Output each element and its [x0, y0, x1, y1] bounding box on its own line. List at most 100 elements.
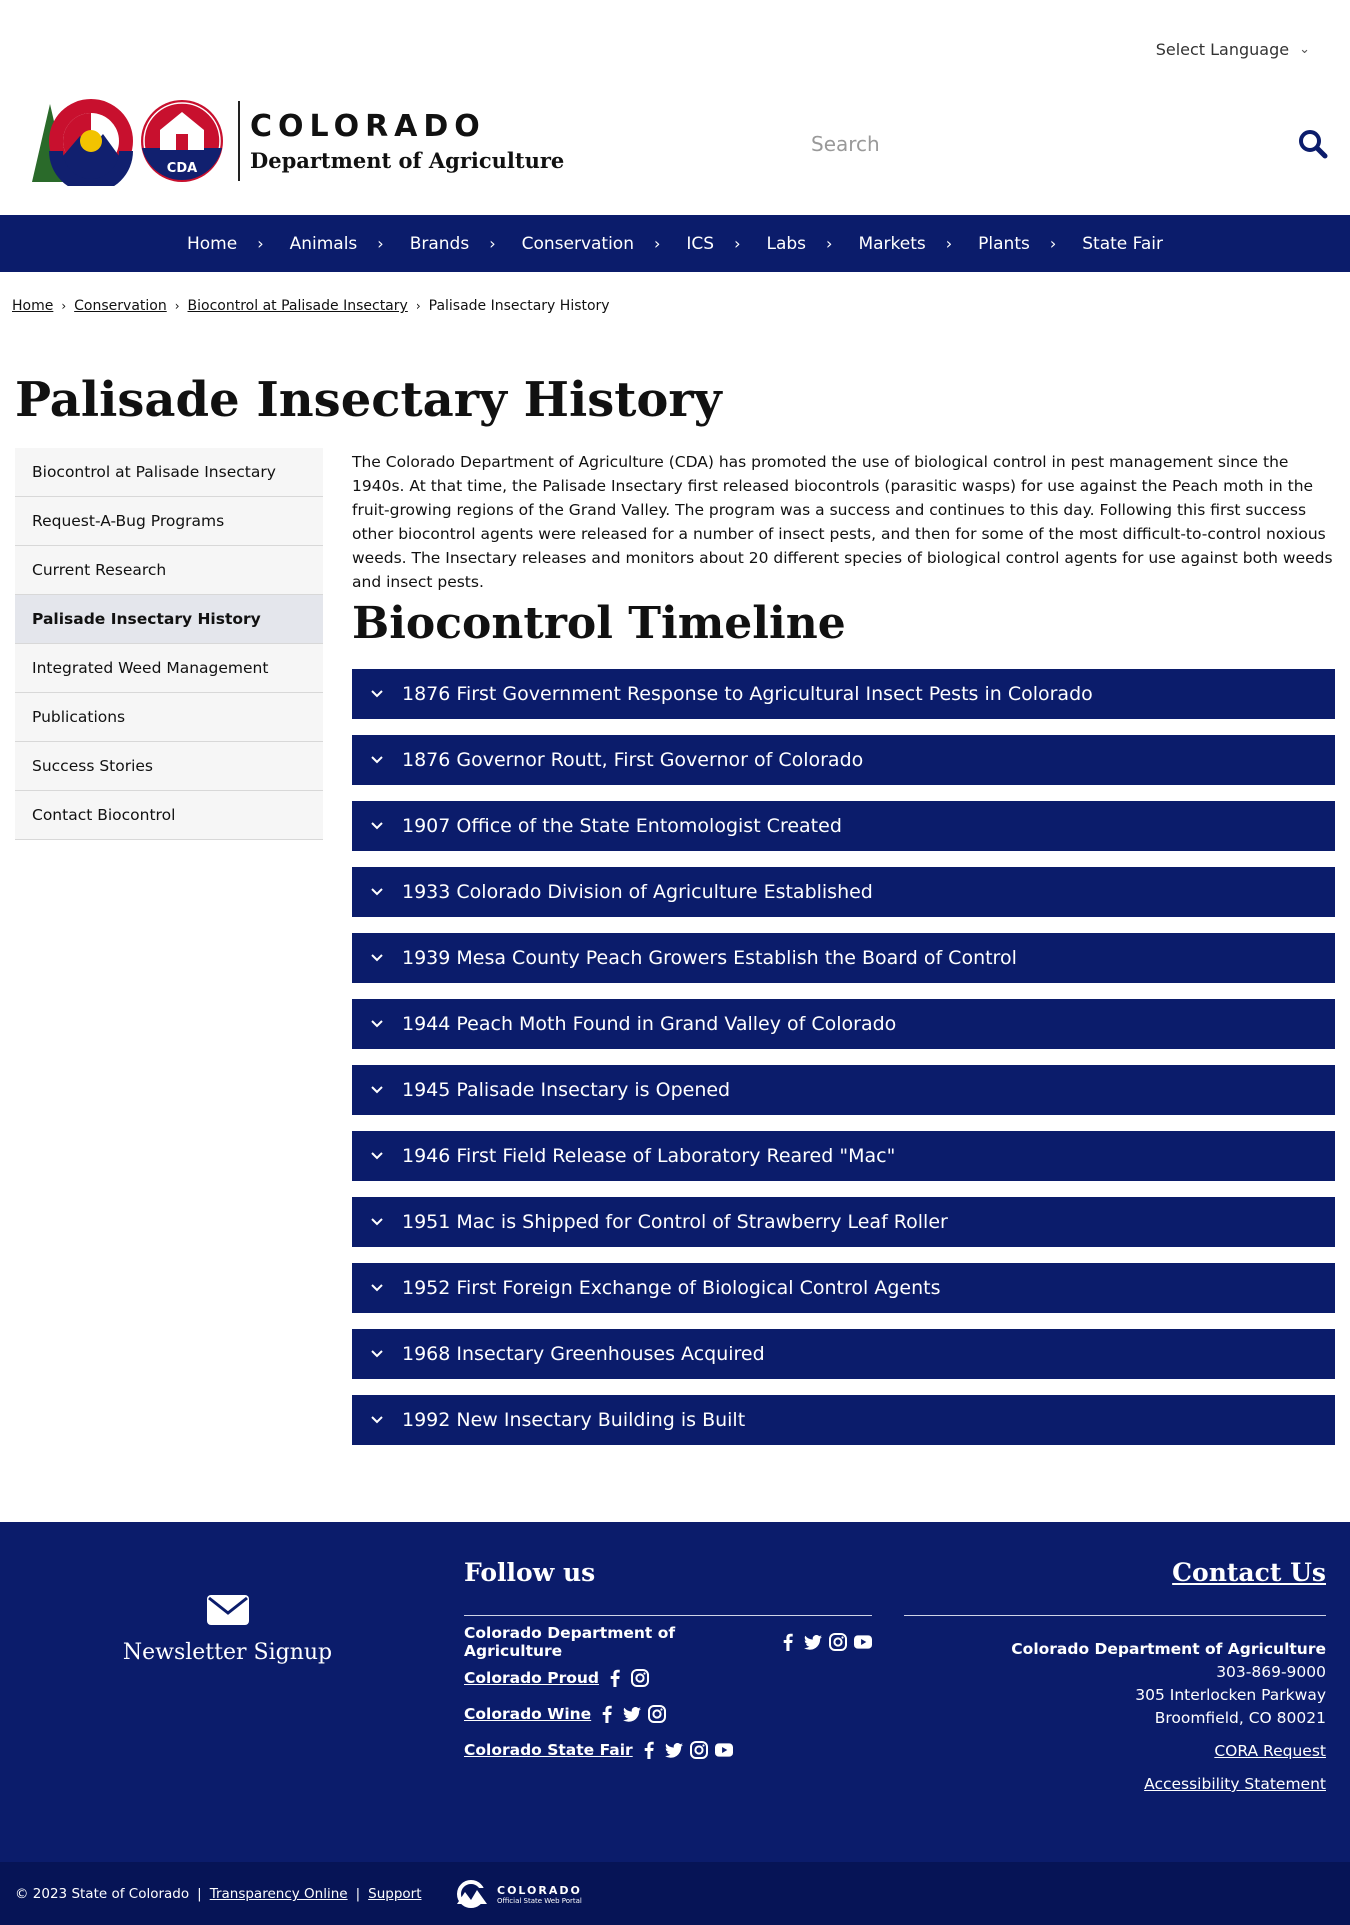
facebook-icon[interactable] — [779, 1633, 797, 1651]
accordion-item[interactable]: 1945 Palisade Insectary is Opened — [352, 1065, 1335, 1115]
logo-line-2: Department of Agriculture — [250, 148, 565, 173]
breadcrumb: Home › Conservation › Biocontrol at Pali… — [12, 298, 610, 314]
sidebar-item-history[interactable]: Palisade Insectary History — [15, 595, 323, 644]
youtube-icon[interactable] — [854, 1633, 872, 1651]
breadcrumb-link-conservation[interactable]: Conservation — [74, 298, 167, 314]
accordion-item[interactable]: 1876 Governor Routt, First Governor of C… — [352, 735, 1335, 785]
nav-item-label: Conservation — [521, 233, 634, 254]
accordion-title: 1876 Governor Routt, First Governor of C… — [402, 749, 864, 771]
accordion-item[interactable]: 1876 First Government Response to Agricu… — [352, 669, 1335, 719]
accordion-title: 1968 Insectary Greenhouses Acquired — [402, 1343, 765, 1365]
search-icon[interactable] — [1297, 128, 1329, 160]
sidebar-item-success-stories[interactable]: Success Stories — [15, 742, 323, 791]
accordion-item[interactable]: 1992 New Insectary Building is Built — [352, 1395, 1335, 1445]
chevron-right-icon: › — [415, 299, 421, 313]
nav-item-label: State Fair — [1082, 233, 1164, 254]
accordion-item[interactable]: 1968 Insectary Greenhouses Acquired — [352, 1329, 1335, 1379]
youtube-icon[interactable] — [714, 1741, 733, 1759]
nav-item-markets[interactable]: Markets › — [845, 234, 965, 254]
support-link[interactable]: Support — [368, 1886, 421, 1902]
nav-item-ics[interactable]: ICS › — [673, 234, 753, 254]
sidebar-item-contact[interactable]: Contact Biocontrol — [15, 791, 323, 840]
chevron-down-icon — [352, 1346, 402, 1362]
colorado-portal-icon — [457, 1880, 487, 1908]
accordion-item[interactable]: 1952 First Foreign Exchange of Biologica… — [352, 1263, 1335, 1313]
cora-request-link[interactable]: CORA Request — [1214, 1742, 1326, 1760]
language-select[interactable]: Select Language ⌄ — [1156, 40, 1310, 59]
separator: | — [355, 1886, 361, 1902]
colorado-wine-link[interactable]: Colorado Wine — [464, 1705, 591, 1723]
copyright: © 2023 State of Colorado — [15, 1886, 190, 1902]
logo[interactable]: CDA COLORADO Department of Agriculture — [28, 96, 564, 193]
accordion-title: 1907 Office of the State Entomologist Cr… — [402, 815, 842, 837]
chevron-right-icon: › — [734, 234, 741, 253]
facebook-icon[interactable] — [606, 1669, 624, 1687]
main-nav: Home › Animals › Brands › Conservation › ICS… — [0, 215, 1350, 272]
contact-org: Colorado Department of Agriculture — [1011, 1640, 1326, 1658]
instagram-icon[interactable] — [648, 1705, 667, 1723]
chevron-right-icon: › — [654, 234, 661, 253]
accordion-item[interactable]: 1946 First Field Release of Laboratory R… — [352, 1131, 1335, 1181]
colorado-proud-link[interactable]: Colorado Proud — [464, 1669, 599, 1687]
nav-item-labs[interactable]: Labs › — [754, 234, 846, 254]
accordion-title: 1944 Peach Moth Found in Grand Valley of… — [402, 1013, 897, 1035]
newsletter-signup[interactable]: Newsletter Signup — [100, 1594, 355, 1665]
envelope-icon — [206, 1594, 250, 1626]
colorado-state-fair-link[interactable]: Colorado State Fair — [464, 1741, 633, 1759]
nav-item-label: Home — [186, 233, 238, 254]
nav-item-conservation[interactable]: Conservation › — [509, 234, 674, 254]
nav-item-state-fair[interactable]: State Fair — [1069, 234, 1176, 254]
nav-item-animals[interactable]: Animals › — [277, 234, 397, 254]
intro-paragraph: The Colorado Department of Agriculture (… — [352, 453, 1333, 591]
logo-text: COLORADO Department of Agriculture — [250, 109, 564, 173]
nav-item-plants[interactable]: Plants › — [965, 234, 1069, 254]
follow-row-colorado-wine: Colorado Wine — [464, 1704, 872, 1724]
chevron-down-icon — [352, 1280, 402, 1296]
breadcrumb-link-biocontrol[interactable]: Biocontrol at Palisade Insectary — [188, 298, 408, 314]
twitter-icon[interactable] — [804, 1633, 822, 1651]
nav-item-label: Animals — [289, 233, 358, 254]
contact-address-1: 305 Interlocken Parkway — [1135, 1686, 1326, 1704]
breadcrumb-link-home[interactable]: Home — [12, 298, 53, 314]
accordion-title: 1951 Mac is Shipped for Control of Straw… — [402, 1211, 948, 1233]
accordion-item[interactable]: 1944 Peach Moth Found in Grand Valley of… — [352, 999, 1335, 1049]
search-input[interactable] — [811, 132, 1211, 156]
chevron-right-icon: › — [377, 234, 384, 253]
accordion-item[interactable]: 1907 Office of the State Entomologist Cr… — [352, 801, 1335, 851]
accordion-item[interactable]: 1939 Mesa County Peach Growers Establish… — [352, 933, 1335, 983]
sidebar-item-weed-management[interactable]: Integrated Weed Management — [15, 644, 323, 693]
sidebar-item-current-research[interactable]: Current Research — [15, 546, 323, 595]
chevron-down-icon: ⌄ — [1299, 42, 1310, 57]
contact-phone: 303-869-9000 — [1216, 1663, 1326, 1681]
sidebar-item-request-a-bug[interactable]: Request-A-Bug Programs — [15, 497, 323, 546]
facebook-icon[interactable] — [640, 1741, 658, 1759]
newsletter-label: Newsletter Signup — [122, 1640, 333, 1665]
chevron-down-icon — [352, 1214, 402, 1230]
state-portal-logo[interactable]: COLORADO Official State Web Portal — [455, 1880, 582, 1908]
chevron-down-icon — [352, 884, 402, 900]
twitter-icon[interactable] — [623, 1705, 642, 1723]
contact-us-link[interactable]: Contact Us — [1172, 1558, 1326, 1587]
transparency-link[interactable]: Transparency Online — [210, 1886, 348, 1902]
portal-line-2: Official State Web Portal — [497, 1896, 582, 1905]
instagram-icon[interactable] — [631, 1669, 650, 1687]
search-bar — [811, 124, 1329, 164]
follow-row-colorado-proud: Colorado Proud — [464, 1668, 872, 1688]
chevron-down-icon — [352, 950, 402, 966]
portal-text: COLORADO Official State Web Portal — [497, 1884, 582, 1905]
sidebar-nav: Biocontrol at Palisade Insectary Request… — [15, 448, 323, 840]
twitter-icon[interactable] — [664, 1741, 683, 1759]
bottom-links: © 2023 State of Colorado | Transparency … — [15, 1886, 422, 1902]
accordion-item[interactable]: 1951 Mac is Shipped for Control of Straw… — [352, 1197, 1335, 1247]
sidebar-item-publications[interactable]: Publications — [15, 693, 323, 742]
nav-item-home[interactable]: Home › — [174, 234, 277, 254]
chevron-down-icon — [352, 818, 402, 834]
accessibility-link[interactable]: Accessibility Statement — [1144, 1775, 1326, 1793]
nav-item-brands[interactable]: Brands › — [397, 234, 509, 254]
accordion-item[interactable]: 1933 Colorado Division of Agriculture Es… — [352, 867, 1335, 917]
instagram-icon[interactable] — [829, 1633, 847, 1651]
facebook-icon[interactable] — [598, 1705, 616, 1723]
instagram-icon[interactable] — [689, 1741, 708, 1759]
sidebar-item-biocontrol[interactable]: Biocontrol at Palisade Insectary — [15, 448, 323, 497]
accordion-title: 1933 Colorado Division of Agriculture Es… — [402, 881, 873, 903]
